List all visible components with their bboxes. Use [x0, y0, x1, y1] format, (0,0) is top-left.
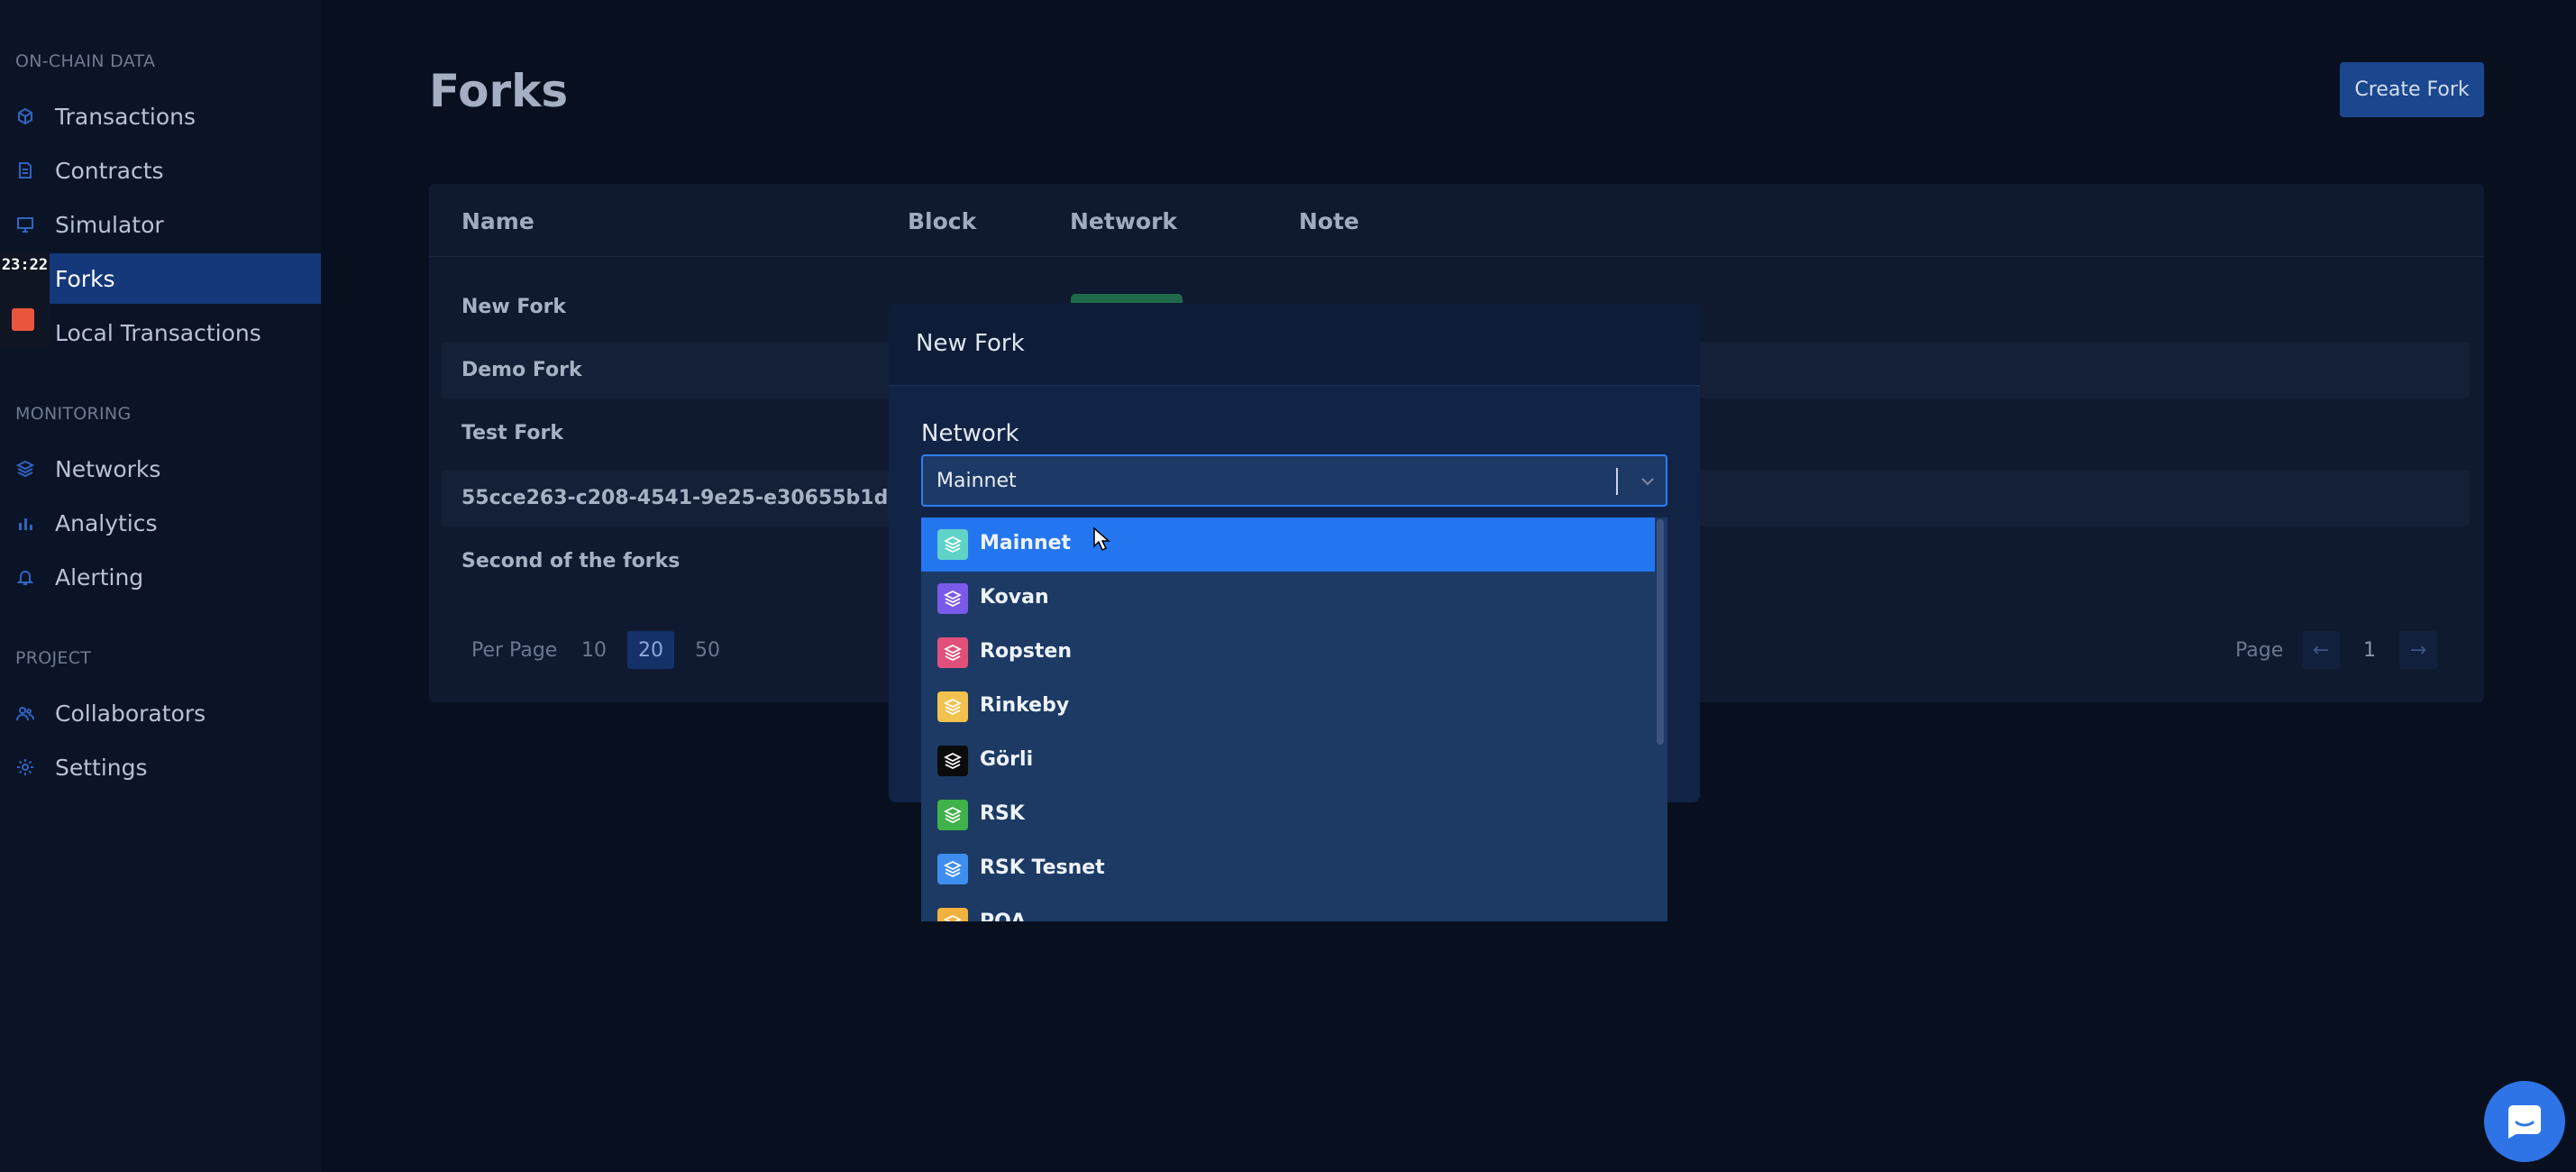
current-page: 1	[2363, 638, 2376, 662]
layers-icon	[16, 460, 34, 478]
chat-support-button[interactable]	[2484, 1081, 2565, 1162]
column-header-block[interactable]: Block	[908, 208, 976, 234]
sidebar-item-label: Networks	[55, 455, 161, 482]
network-layers-icon	[937, 691, 968, 722]
network-layers-icon	[937, 637, 968, 668]
network-option-rinkeby[interactable]: Rinkeby	[921, 680, 1655, 734]
bar-chart-icon	[19, 518, 32, 530]
fork-name-cell: New Fork	[461, 296, 567, 318]
select-separator	[1616, 468, 1618, 495]
network-option-label: RSK Tesnet	[980, 856, 1105, 879]
stop-recording-button[interactable]	[12, 308, 34, 331]
network-field-label: Network	[921, 420, 1019, 447]
network-layers-icon	[937, 908, 968, 921]
sidebar-item-label: Forks	[55, 265, 115, 292]
sidebar-item-settings[interactable]: Settings	[0, 742, 321, 792]
network-option-kovan[interactable]: Kovan	[921, 572, 1655, 626]
mouse-cursor-icon	[1093, 526, 1110, 552]
sidebar-item-label: Settings	[55, 754, 148, 781]
sidebar-item-label: Collaborators	[55, 700, 206, 727]
cube-icon	[18, 107, 32, 125]
network-option-label: POA	[980, 911, 1026, 921]
sidebar-item-label: Alerting	[55, 563, 144, 591]
sidebar-item-transactions[interactable]: Transactions	[0, 91, 321, 142]
network-option-label: Kovan	[980, 586, 1049, 609]
network-option-ropsten[interactable]: Ropsten	[921, 626, 1655, 680]
chat-icon	[2508, 1105, 2541, 1139]
recording-timer: 23:22	[1, 256, 49, 274]
sidebar-item-label: Analytics	[55, 509, 158, 536]
modal-header: New Fork	[889, 303, 1700, 386]
network-option-rsk[interactable]: RSK	[921, 788, 1655, 842]
sidebar-item-networks[interactable]: Networks	[0, 444, 321, 494]
sidebar-item-simulator[interactable]: Simulator	[0, 199, 321, 250]
network-select-value: Mainnet	[936, 470, 1017, 492]
network-layers-icon	[937, 746, 968, 776]
page-label: Page	[2235, 638, 2284, 662]
network-option-label: Ropsten	[980, 640, 1072, 663]
monitor-icon	[17, 217, 33, 233]
network-option-label: Rinkeby	[980, 694, 1070, 717]
network-badge	[1071, 294, 1183, 303]
create-fork-button[interactable]: Create Fork	[2340, 62, 2484, 117]
network-option-label: RSK	[980, 802, 1025, 825]
per-page-label: Per Page	[471, 638, 558, 662]
sidebar-item-label: Local Transactions	[55, 319, 261, 346]
network-layers-icon	[937, 800, 968, 830]
network-select[interactable]: Mainnet	[921, 454, 1667, 507]
sidebar-item-label: Contracts	[55, 157, 164, 184]
fork-name-cell: Test Fork	[461, 422, 564, 444]
network-option-mainnet[interactable]: Mainnet	[921, 517, 1655, 572]
network-option-g-rli[interactable]: Görli	[921, 734, 1655, 788]
prev-page-button[interactable]: ←	[2302, 631, 2340, 669]
sidebar-item-contracts[interactable]: Contracts	[0, 145, 321, 196]
bell-icon	[16, 571, 34, 585]
section-title-on-chain-data: ON-CHAIN DATA	[15, 51, 156, 71]
sidebar-item-label: Simulator	[55, 211, 164, 238]
fork-name-cell: Demo Fork	[461, 359, 582, 381]
fork-name-cell: Second of the forks	[461, 550, 681, 572]
sidebar-item-alerting[interactable]: Alerting	[0, 552, 321, 602]
network-dropdown-menu: Mainnet Kovan Ropsten Rinkeby Görli RSK RSK Te…	[921, 517, 1667, 921]
network-option-rsk-tesnet[interactable]: RSK Tesnet	[921, 842, 1655, 896]
network-layers-icon	[937, 529, 968, 560]
network-option-label: Mainnet	[980, 532, 1072, 554]
network-layers-icon	[937, 583, 968, 614]
chevron-down-icon[interactable]	[1639, 472, 1657, 490]
modal-title: New Fork	[916, 330, 1025, 357]
column-header-name[interactable]: Name	[461, 208, 534, 234]
per-page-option-50[interactable]: 50	[687, 631, 728, 669]
section-title-project: PROJECT	[15, 648, 92, 668]
network-layers-icon	[937, 854, 968, 884]
per-page-option-20[interactable]: 20	[627, 631, 674, 669]
column-header-network[interactable]: Network	[1070, 208, 1177, 234]
fork-name-cell: 55cce263-c208-4541-9e25-e30655b1dd5b	[461, 487, 931, 509]
gear-icon	[17, 759, 33, 775]
sidebar-item-analytics[interactable]: Analytics	[0, 498, 321, 548]
sidebar-item-collaborators[interactable]: Collaborators	[0, 688, 321, 738]
document-icon	[19, 162, 32, 179]
header-divider	[429, 256, 2484, 257]
network-option-poa[interactable]: POA	[921, 896, 1655, 921]
sidebar-item-label: Transactions	[55, 103, 196, 130]
section-title-monitoring: MONITORING	[15, 404, 132, 424]
page-title: Forks	[429, 65, 569, 117]
network-option-label: Görli	[980, 748, 1034, 771]
sidebar: ON-CHAIN DATA Transactions Contracts Sim…	[0, 0, 321, 1172]
column-header-note[interactable]: Note	[1299, 208, 1359, 234]
per-page-option-10[interactable]: 10	[573, 631, 615, 669]
dropdown-scrollbar[interactable]	[1657, 519, 1664, 745]
users-icon	[16, 707, 34, 721]
next-page-button[interactable]: →	[2399, 631, 2437, 669]
